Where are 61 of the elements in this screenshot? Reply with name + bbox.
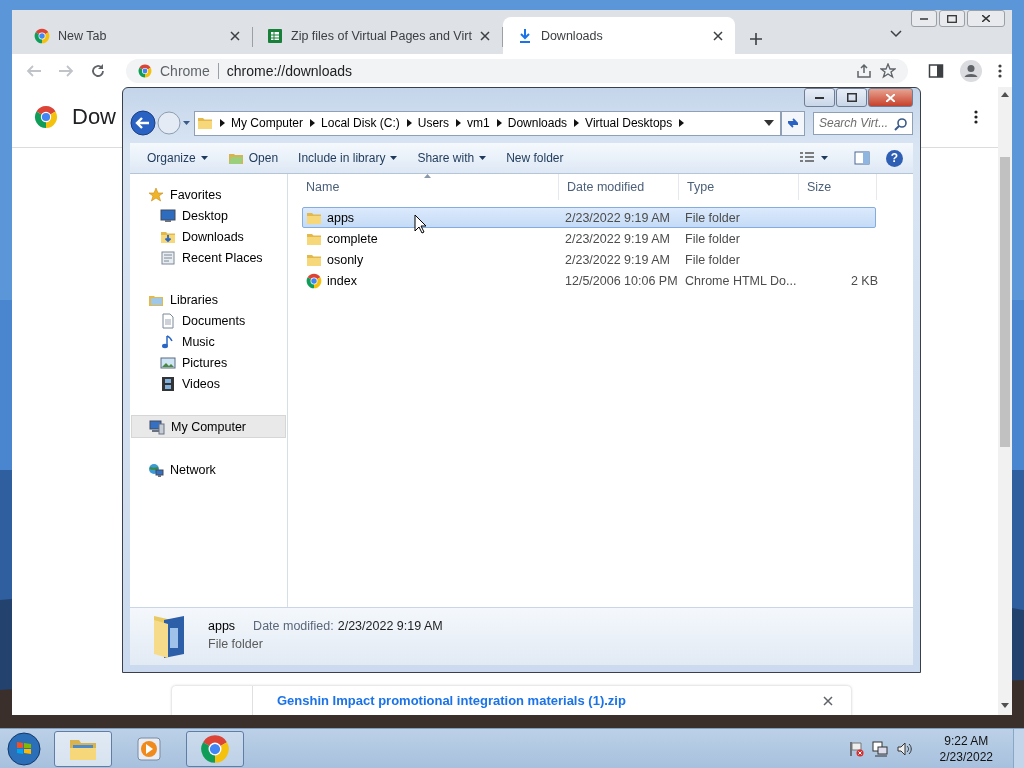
breadcrumb[interactable]: Users [417, 116, 450, 130]
file-name: apps [327, 210, 355, 225]
field-label: Date modified: [253, 619, 334, 633]
date-cell-text: 12/5/2006 10:06 PM [564, 273, 679, 288]
nav-item[interactable]: Documents [130, 310, 287, 331]
nav-item[interactable]: Desktop [130, 205, 287, 226]
address-bar[interactable]: My Computer Local Disk (C:) Users vm1 Downloads Virtual Desktops [194, 110, 781, 136]
clock-time: 9:22 AM [944, 732, 989, 749]
address-bar[interactable]: Chrome chrome://downloads [126, 58, 908, 83]
nav-item[interactable]: Pictures [130, 352, 287, 373]
clock[interactable]: 9:22 AM 2/23/2022 [939, 732, 993, 765]
toolbar-button[interactable]: Organize [140, 148, 215, 168]
nav-item[interactable]: Videos [130, 373, 287, 394]
type-cell-text: File folder [684, 252, 741, 267]
nav-item[interactable]: Downloads [130, 226, 287, 247]
column-header[interactable]: Size [799, 174, 877, 200]
nav-item[interactable]: Music [130, 331, 287, 352]
size-cell-text: 2 KB [849, 273, 879, 288]
breadcrumb[interactable]: vm1 [467, 116, 490, 130]
breadcrumb[interactable]: My Computer [231, 116, 304, 130]
date-cell-text: 2/23/2022 9:19 AM [564, 210, 671, 225]
breadcrumb[interactable]: Virtual Desktops [585, 116, 673, 130]
site-label: Chrome [160, 62, 210, 79]
field-value: 2/23/2022 9:19 AM [337, 619, 443, 633]
file-name: apps [208, 619, 236, 633]
type-cell-text: Chrome HTML Do... [684, 273, 798, 288]
url-text: chrome://downloads [217, 62, 353, 79]
browser-tab[interactable]: New Tab [20, 17, 252, 54]
nav-item[interactable]: My Computer [131, 415, 286, 438]
file-name: osonly [327, 252, 364, 267]
help-button[interactable]: ? [886, 149, 903, 167]
search-field[interactable]: Search Virt... [813, 111, 913, 135]
page-title: Dow [72, 104, 116, 130]
file-link[interactable]: Genshin Impact promotional integration materials (1).zip [253, 686, 823, 715]
toolbar-button[interactable]: New folder [499, 148, 571, 168]
breadcrumb[interactable]: Local Disk (C:) [321, 116, 400, 130]
column-header[interactable]: Type [679, 174, 799, 200]
column-header[interactable]: Name [298, 174, 559, 200]
clock-date: 2/23/2022 [939, 748, 993, 765]
type-cell-text: File folder [684, 210, 741, 225]
browser-tab[interactable]: Zip files of Virtual Pages and Virt [253, 17, 502, 54]
column-header[interactable]: Date modified [559, 174, 679, 200]
file-row[interactable]: apps 2/23/2022 9:19 AM File folder [302, 207, 876, 228]
toolbar-button[interactable]: Open [220, 147, 286, 169]
toolbar-button[interactable]: Include in library [291, 148, 405, 168]
date-cell-text: 2/23/2022 9:19 AM [564, 231, 671, 246]
breadcrumb[interactable]: Downloads [507, 116, 568, 130]
nav-item[interactable]: Libraries [130, 289, 287, 310]
type-cell-text: File folder [684, 231, 741, 246]
nav-item[interactable]: Recent Places [130, 247, 287, 268]
date-cell-text: 2/23/2022 9:19 AM [564, 252, 671, 267]
file-type: File folder [208, 637, 264, 651]
nav-item[interactable]: Favorites [130, 184, 287, 205]
file-row[interactable]: osonly 2/23/2022 9:19 AM File folder [302, 249, 876, 270]
file-name: complete [327, 231, 378, 246]
file-name: index [327, 273, 357, 288]
nav-item[interactable]: Network [130, 459, 287, 480]
file-row[interactable]: complete 2/23/2022 9:19 AM File folder [302, 228, 876, 249]
toolbar-button[interactable]: Share with [410, 148, 494, 168]
browser-tab[interactable]: Downloads [502, 17, 735, 54]
file-row[interactable]: index 12/5/2006 10:06 PM Chrome HTML Do... 2 KB [302, 270, 876, 291]
